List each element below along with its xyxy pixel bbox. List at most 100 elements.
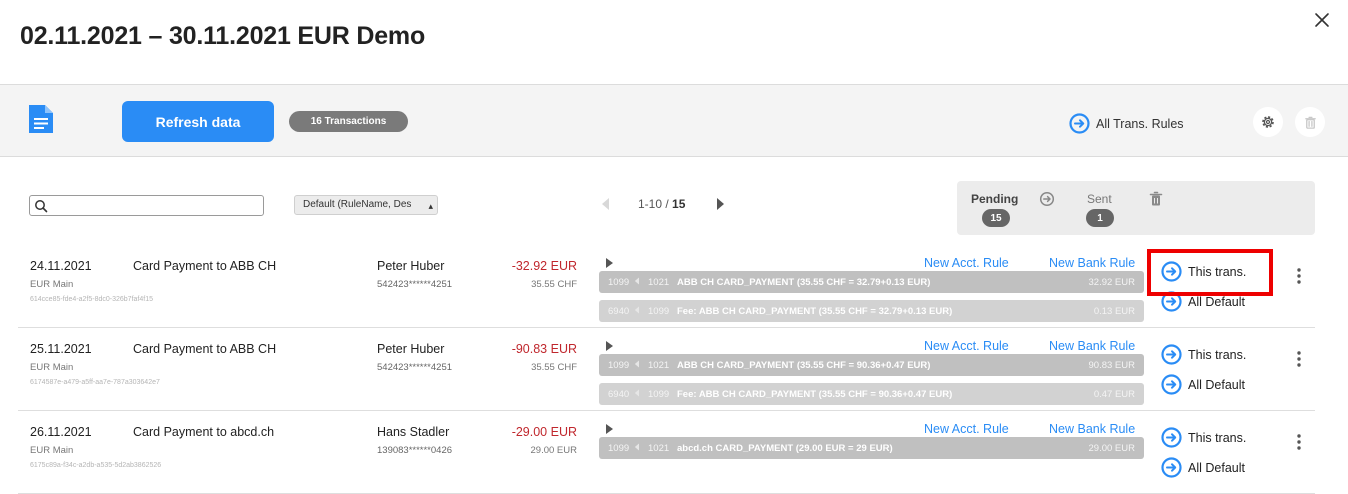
- sort-select[interactable]: Default (RuleName, Des ▴▾: [294, 195, 438, 215]
- booking-text: ABB CH CARD_PAYMENT (35.55 CHF = 90.36+0…: [677, 360, 931, 371]
- original-amount: 35.55 CHF: [531, 279, 577, 290]
- booking-line[interactable]: 1099 1021 abcd.ch CARD_PAYMENT (29.00 EUR …: [599, 437, 1144, 459]
- this-trans-button[interactable]: This trans.: [1161, 344, 1246, 365]
- expand-triangle-icon[interactable]: [605, 422, 614, 434]
- booking-line[interactable]: 6940 1099 Fee: ABB CH CARD_PAYMENT (35.55 …: [599, 383, 1144, 405]
- page-title: 02.11.2021 – 30.11.2021 EUR Demo: [20, 22, 426, 50]
- booking-amount: 29.00 EUR: [1088, 443, 1135, 454]
- sent-label[interactable]: Sent: [1087, 192, 1112, 206]
- this-trans-button[interactable]: This trans.: [1161, 261, 1246, 282]
- transaction-amount: -29.00 EUR: [511, 425, 577, 439]
- booking-arrow-icon: [634, 360, 640, 368]
- booking-text: ABB CH CARD_PAYMENT (35.55 CHF = 32.79+0…: [677, 277, 931, 288]
- sent-count-badge: 1: [1086, 209, 1114, 227]
- transaction-guid: 614cce85-fde4-a2f5-8dc0-326b7faf4f15: [30, 296, 153, 303]
- transaction-description: Card Payment to ABB CH: [133, 259, 277, 273]
- booking-from-account: 1099: [608, 277, 630, 288]
- arrow-right-circle-icon: [1161, 261, 1182, 282]
- booking-from-account: 6940: [608, 389, 630, 400]
- all-default-label: All Default: [1188, 294, 1245, 309]
- booking-line[interactable]: 1099 1021 ABB CH CARD_PAYMENT (35.55 CHF =…: [599, 271, 1144, 293]
- card-number: 542423******4251: [377, 362, 453, 373]
- all-default-button[interactable]: All Default: [1161, 291, 1245, 312]
- transaction-amount: -90.83 EUR: [511, 342, 577, 356]
- transaction-account: EUR Main: [30, 445, 74, 456]
- all-default-label: All Default: [1188, 460, 1245, 475]
- transaction-row: 24.11.2021 EUR Main 614cce85-fde4-a2f5-8dc…: [18, 245, 1315, 328]
- transactions-count-badge: 16 Transactions: [289, 111, 408, 132]
- transaction-guid: 6175c89a-f34c-a2db-a535-5d2ab3862526: [30, 462, 162, 469]
- new-acct-rule-link[interactable]: New Acct. Rule: [924, 339, 1009, 353]
- new-acct-rule-link[interactable]: New Acct. Rule: [924, 422, 1009, 436]
- select-caret-icon: ▴▾: [428, 201, 433, 211]
- transaction-amount: -32.92 EUR: [511, 259, 577, 273]
- booking-amount: 0.47 EUR: [1093, 389, 1135, 400]
- this-trans-label: This trans.: [1188, 264, 1247, 279]
- booking-amount: 0.13 EUR: [1093, 306, 1135, 317]
- settings-button[interactable]: [1253, 107, 1283, 137]
- booking-to-account: 1021: [648, 443, 670, 454]
- booking-amount: 90.83 EUR: [1088, 360, 1135, 371]
- this-trans-label: This trans.: [1188, 430, 1247, 445]
- trash-icon: [1304, 116, 1316, 129]
- search-input-box[interactable]: [29, 195, 264, 216]
- expand-triangle-icon[interactable]: [605, 256, 614, 268]
- all-trans-rules-label: All Trans. Rules: [1096, 116, 1184, 131]
- arrow-right-circle-icon: [1161, 344, 1182, 365]
- booking-from-account: 1099: [608, 360, 630, 371]
- transaction-account: EUR Main: [30, 279, 74, 290]
- booking-line[interactable]: 1099 1021 ABB CH CARD_PAYMENT (35.55 CHF =…: [599, 354, 1144, 376]
- pager-prev-icon[interactable]: [600, 197, 610, 211]
- arrow-right-circle-icon: [1161, 291, 1182, 312]
- search-icon: [35, 200, 48, 213]
- booking-to-account: 1099: [648, 389, 670, 400]
- transaction-row: 26.11.2021 EUR Main 6175c89a-f34c-a2db-a53…: [18, 411, 1315, 494]
- booking-arrow-icon: [634, 389, 640, 397]
- new-bank-rule-link[interactable]: New Bank Rule: [1049, 256, 1135, 270]
- arrow-right-circle-icon: [1161, 427, 1182, 448]
- send-arrow-icon[interactable]: [1039, 191, 1055, 207]
- this-trans-button[interactable]: This trans.: [1161, 427, 1246, 448]
- gear-icon: [1262, 116, 1274, 128]
- booking-to-account: 1099: [648, 306, 670, 317]
- new-acct-rule-link[interactable]: New Acct. Rule: [924, 256, 1009, 270]
- pager-total: 15: [672, 197, 686, 211]
- counterparty-name: Peter Huber: [377, 342, 445, 356]
- all-default-label: All Default: [1188, 377, 1245, 392]
- search-input[interactable]: [52, 197, 260, 214]
- sort-select-value: Default (RuleName, Des: [303, 199, 412, 210]
- booking-text: Fee: ABB CH CARD_PAYMENT (35.55 CHF = 32…: [677, 306, 953, 317]
- pending-label[interactable]: Pending: [971, 192, 1018, 206]
- original-amount: 29.00 EUR: [530, 445, 577, 456]
- transaction-row: 25.11.2021 EUR Main 6174587e-a479-a5ff-aa7…: [18, 328, 1315, 411]
- arrow-right-circle-icon: [1069, 113, 1090, 134]
- counterparty-name: Peter Huber: [377, 259, 445, 273]
- transaction-description: Card Payment to ABB CH: [133, 342, 277, 356]
- more-options-icon[interactable]: [1294, 350, 1304, 368]
- transaction-description: Card Payment to abcd.ch: [133, 425, 275, 439]
- pager-label: 1-10 / 15: [638, 197, 685, 211]
- document-icon[interactable]: [27, 103, 57, 135]
- new-bank-rule-link[interactable]: New Bank Rule: [1049, 422, 1135, 436]
- all-trans-rules-button[interactable]: All Trans. Rules: [1069, 113, 1184, 134]
- booking-to-account: 1021: [648, 277, 670, 288]
- card-number: 139083******0426: [377, 445, 453, 456]
- close-icon[interactable]: [1313, 11, 1331, 29]
- more-options-icon[interactable]: [1294, 433, 1304, 451]
- transaction-account: EUR Main: [30, 362, 74, 373]
- trash-icon[interactable]: [1149, 191, 1163, 207]
- new-bank-rule-link[interactable]: New Bank Rule: [1049, 339, 1135, 353]
- booking-amount: 32.92 EUR: [1088, 277, 1135, 288]
- transaction-date: 26.11.2021: [30, 425, 92, 439]
- delete-all-button[interactable]: [1295, 107, 1325, 137]
- original-amount: 35.55 CHF: [531, 362, 577, 373]
- booking-from-account: 1099: [608, 443, 630, 454]
- booking-arrow-icon: [634, 277, 640, 285]
- booking-line[interactable]: 6940 1099 Fee: ABB CH CARD_PAYMENT (35.55 …: [599, 300, 1144, 322]
- more-options-icon[interactable]: [1294, 267, 1304, 285]
- all-default-button[interactable]: All Default: [1161, 457, 1245, 478]
- all-default-button[interactable]: All Default: [1161, 374, 1245, 395]
- expand-triangle-icon[interactable]: [605, 339, 614, 351]
- refresh-data-button[interactable]: Refresh data: [122, 101, 274, 142]
- pager-next-icon[interactable]: [716, 197, 726, 211]
